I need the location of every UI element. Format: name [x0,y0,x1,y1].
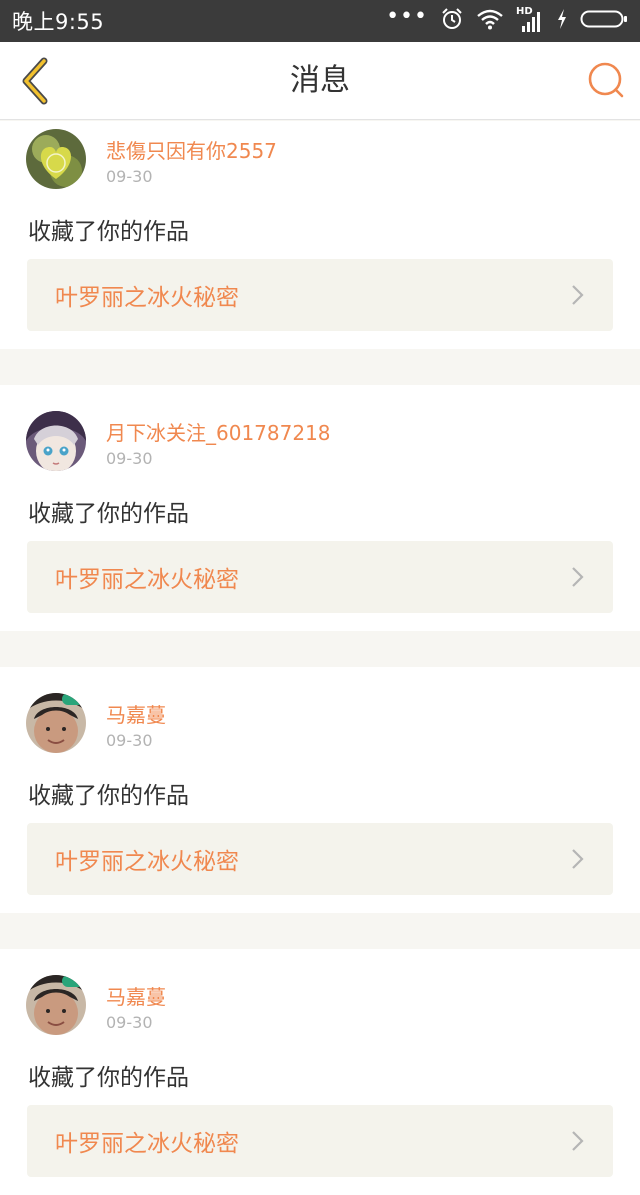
avatar[interactable] [26,129,86,189]
page-title: 消息 [290,63,350,98]
wifi-icon [476,8,504,34]
action-text: 收藏了你的作品 [28,783,189,809]
message-card: 悲傷只因有你2557 09-30 收藏了你的作品 叶罗丽之冰火秘密 [0,121,640,349]
username[interactable]: 马嘉蔓 [106,981,166,1010]
action-text: 收藏了你的作品 [28,1065,189,1091]
message-list: 悲傷只因有你2557 09-30 收藏了你的作品 叶罗丽之冰火秘密 月下冰关注_… [0,121,640,1195]
chevron-right-icon [571,1130,585,1152]
status-time: 晚上9:55 [12,10,105,34]
chevron-right-icon [571,566,585,588]
message-date: 09-30 [106,731,153,750]
top-nav-bar: 消息 [0,42,640,120]
message-date: 09-30 [106,449,153,468]
username[interactable]: 马嘉蔓 [106,699,166,728]
chevron-right-icon [571,848,585,870]
action-text: 收藏了你的作品 [28,219,189,245]
work-link[interactable]: 叶罗丽之冰火秘密 [27,259,613,331]
message-card: 月下冰关注_601787218 09-30 收藏了你的作品 叶罗丽之冰火秘密 [0,385,640,631]
message-date: 09-30 [106,1013,153,1032]
work-title: 叶罗丽之冰火秘密 [55,567,239,593]
status-bar: 晚上9:55 ••• HD [0,0,640,42]
username[interactable]: 月下冰关注_601787218 [106,417,331,446]
search-button[interactable] [586,60,626,100]
work-link[interactable]: 叶罗丽之冰火秘密 [27,1105,613,1177]
avatar[interactable] [26,411,86,471]
work-title: 叶罗丽之冰火秘密 [55,849,239,875]
hd-signal-icon: HD [516,6,544,34]
work-title: 叶罗丽之冰火秘密 [55,285,239,311]
avatar[interactable] [26,975,86,1035]
alarm-icon [440,7,464,35]
charging-icon [556,8,568,34]
status-icons: ••• HD [374,4,628,35]
action-text: 收藏了你的作品 [28,501,189,527]
work-link[interactable]: 叶罗丽之冰火秘密 [27,541,613,613]
search-icon [588,62,624,98]
work-title: 叶罗丽之冰火秘密 [55,1131,239,1157]
more-dots-icon: ••• [386,4,428,29]
message-card: 马嘉蔓 09-30 收藏了你的作品 叶罗丽之冰火秘密 [0,667,640,913]
chevron-right-icon [571,284,585,306]
message-date: 09-30 [106,167,153,186]
avatar[interactable] [26,693,86,753]
message-card: 马嘉蔓 09-30 收藏了你的作品 叶罗丽之冰火秘密 [0,949,640,1195]
username[interactable]: 悲傷只因有你2557 [106,135,277,164]
battery-icon [580,8,628,34]
work-link[interactable]: 叶罗丽之冰火秘密 [27,823,613,895]
